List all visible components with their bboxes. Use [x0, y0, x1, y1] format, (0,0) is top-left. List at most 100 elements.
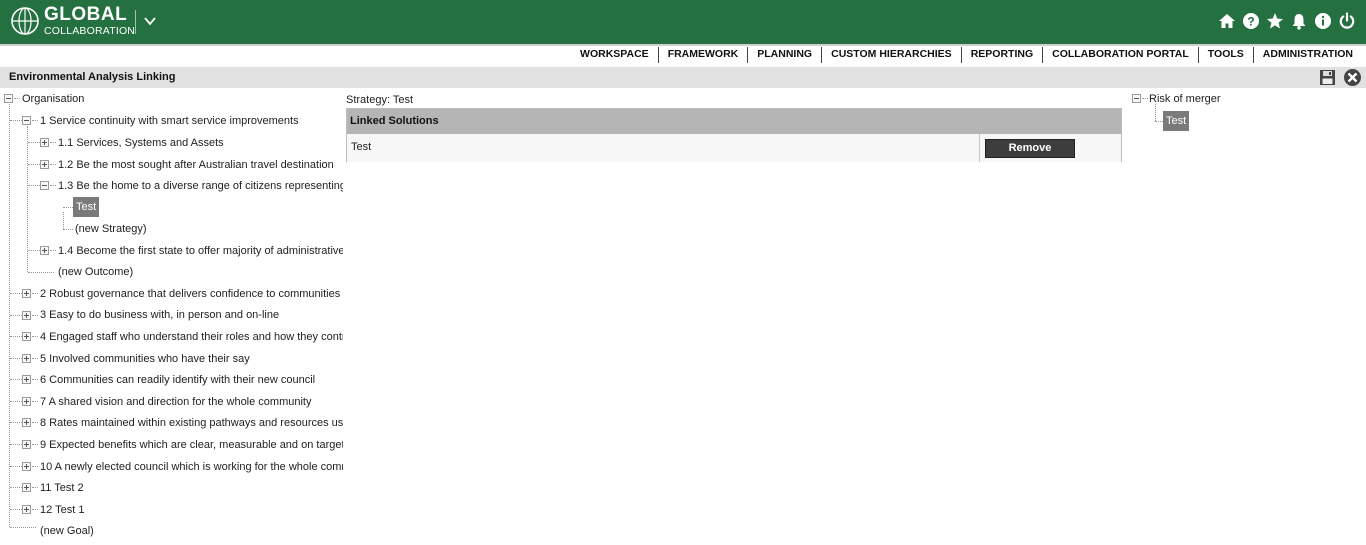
risk-tree: Risk of merger Test: [1128, 90, 1358, 150]
tree-expand-toggle[interactable]: [40, 160, 49, 169]
logo-text-global: GLOBAL: [44, 4, 128, 25]
column-divider: [979, 134, 980, 162]
tree-expand-toggle[interactable]: [40, 246, 49, 255]
tree-connector: [10, 315, 22, 316]
remove-button[interactable]: Remove: [985, 139, 1075, 158]
tree-connector: [32, 401, 38, 402]
nav-tools[interactable]: TOOLS: [1197, 47, 1253, 63]
table-row: Test Remove: [347, 134, 1121, 162]
close-icon[interactable]: [1343, 68, 1362, 87]
nav-framework[interactable]: FRAMEWORK: [657, 47, 748, 63]
tree-expand-toggle[interactable]: [22, 289, 31, 298]
logo-divider: [135, 10, 136, 34]
tree-connector: [32, 336, 38, 337]
tree-outcome-1-1[interactable]: 1.1 Services, Systems and Assets: [58, 135, 224, 151]
tree-strategy-selected[interactable]: Test: [73, 197, 100, 217]
tree-expand-toggle[interactable]: [22, 505, 31, 514]
tree-connector: [63, 207, 73, 208]
tree-goal-7[interactable]: 7 A shared vision and direction for the …: [40, 394, 311, 410]
tree-connector: [10, 358, 22, 359]
tree-goal-11[interactable]: 11 Test 2: [40, 480, 84, 496]
top-header: GLOBAL COLLABORATION ?: [0, 0, 1366, 44]
home-icon[interactable]: [1218, 11, 1236, 31]
tree-new-outcome[interactable]: (new Outcome): [58, 264, 133, 280]
tree-connector: [63, 229, 73, 230]
tree-expand-toggle[interactable]: [22, 397, 31, 406]
tree-connector: [10, 466, 22, 467]
tree-expand-toggle[interactable]: [22, 311, 31, 320]
info-icon[interactable]: [1314, 11, 1332, 31]
solution-name: Test: [351, 141, 372, 153]
tree-goal-4[interactable]: 4 Engaged staff who understand their rol…: [40, 329, 343, 345]
risk-tree-child-selected[interactable]: Test: [1163, 111, 1190, 131]
tree-goal-6[interactable]: 6 Communities can readily identify with …: [40, 372, 315, 388]
tree-connector: [10, 120, 22, 121]
svg-text:?: ?: [1247, 15, 1254, 29]
tree-collapse-toggle[interactable]: [4, 94, 13, 103]
globe-logo-icon: [11, 7, 39, 35]
linked-solutions-header: Linked Solutions: [347, 109, 1121, 134]
tree-goal-9[interactable]: 9 Expected benefits which are clear, mea…: [40, 437, 343, 453]
nav-custom-hierarchies[interactable]: CUSTOM HIERARCHIES: [821, 47, 961, 63]
tree-outcome-1-2[interactable]: 1.2 Be the most sought after Australian …: [58, 157, 334, 173]
risk-tree-root[interactable]: Risk of merger: [1149, 91, 1221, 107]
star-icon[interactable]: [1266, 11, 1284, 31]
tree-connector: [32, 466, 38, 467]
tree-goal-2[interactable]: 2 Robust governance that delivers confid…: [40, 286, 340, 302]
tree-connector: [32, 487, 38, 488]
tree-goal-10[interactable]: 10 A newly elected council which is work…: [40, 459, 343, 475]
tree-connector: [1155, 121, 1163, 122]
header-icon-group: ?: [1218, 11, 1356, 31]
tree-collapse-toggle[interactable]: [22, 116, 31, 125]
tree-connector: [50, 185, 56, 186]
tree-root-organisation[interactable]: Organisation: [22, 91, 84, 107]
tree-guide: [63, 212, 64, 229]
nav-administration[interactable]: ADMINISTRATION: [1252, 47, 1362, 63]
tree-connector: [28, 272, 54, 273]
tree-connector: [10, 487, 22, 488]
main-nav: WORKSPACE FRAMEWORK PLANNING CUSTOM HIER…: [0, 46, 1366, 63]
tree-connector: [10, 401, 22, 402]
logo-text-collaboration: COLLABORATION: [44, 25, 136, 37]
tree-connector: [50, 142, 56, 143]
tree-connector: [50, 164, 56, 165]
tree-expand-toggle[interactable]: [22, 375, 31, 384]
tree-new-strategy[interactable]: (new Strategy): [75, 221, 147, 237]
help-icon[interactable]: ?: [1242, 11, 1260, 31]
tree-goal-5[interactable]: 5 Involved communities who have their sa…: [40, 351, 250, 367]
tree-expand-toggle[interactable]: [22, 354, 31, 363]
tree-connector: [10, 509, 22, 510]
organisation-tree: Organisation 1 Service continuity with s…: [0, 90, 343, 545]
logo[interactable]: GLOBAL COLLABORATION: [10, 4, 135, 39]
tree-connector: [32, 120, 38, 121]
tree-expand-toggle[interactable]: [40, 138, 49, 147]
tree-goal-12[interactable]: 12 Test 1: [40, 502, 84, 518]
save-icon[interactable]: [1319, 69, 1336, 86]
tree-expand-toggle[interactable]: [22, 440, 31, 449]
nav-workspace[interactable]: WORKSPACE: [571, 47, 658, 63]
power-icon[interactable]: [1338, 11, 1356, 31]
tree-goal-1[interactable]: 1 Service continuity with smart service …: [40, 113, 299, 129]
tree-connector: [10, 444, 22, 445]
tree-outcome-1-4[interactable]: 1.4 Become the first state to offer majo…: [58, 243, 343, 259]
tree-collapse-toggle[interactable]: [40, 181, 49, 190]
tree-expand-toggle[interactable]: [22, 462, 31, 471]
tree-connector: [10, 336, 22, 337]
tree-connector: [28, 164, 40, 165]
nav-planning[interactable]: PLANNING: [747, 47, 821, 63]
bell-icon[interactable]: [1290, 11, 1308, 31]
tree-outcome-1-3[interactable]: 1.3 Be the home to a diverse range of ci…: [58, 178, 343, 194]
tree-expand-toggle[interactable]: [22, 418, 31, 427]
nav-reporting[interactable]: REPORTING: [960, 47, 1042, 63]
tree-goal-3[interactable]: 3 Easy to do business with, in person an…: [40, 307, 279, 323]
tree-connector: [32, 293, 38, 294]
page-title: Environmental Analysis Linking: [9, 71, 176, 83]
chevron-down-icon[interactable]: [142, 12, 158, 30]
tree-connector: [32, 509, 38, 510]
tree-expand-toggle[interactable]: [22, 483, 31, 492]
tree-expand-toggle[interactable]: [22, 332, 31, 341]
tree-new-goal[interactable]: (new Goal): [40, 523, 94, 539]
nav-collaboration-portal[interactable]: COLLABORATION PORTAL: [1042, 47, 1198, 63]
tree-collapse-toggle[interactable]: [1132, 94, 1141, 103]
tree-goal-8[interactable]: 8 Rates maintained within existing pathw…: [40, 415, 343, 431]
